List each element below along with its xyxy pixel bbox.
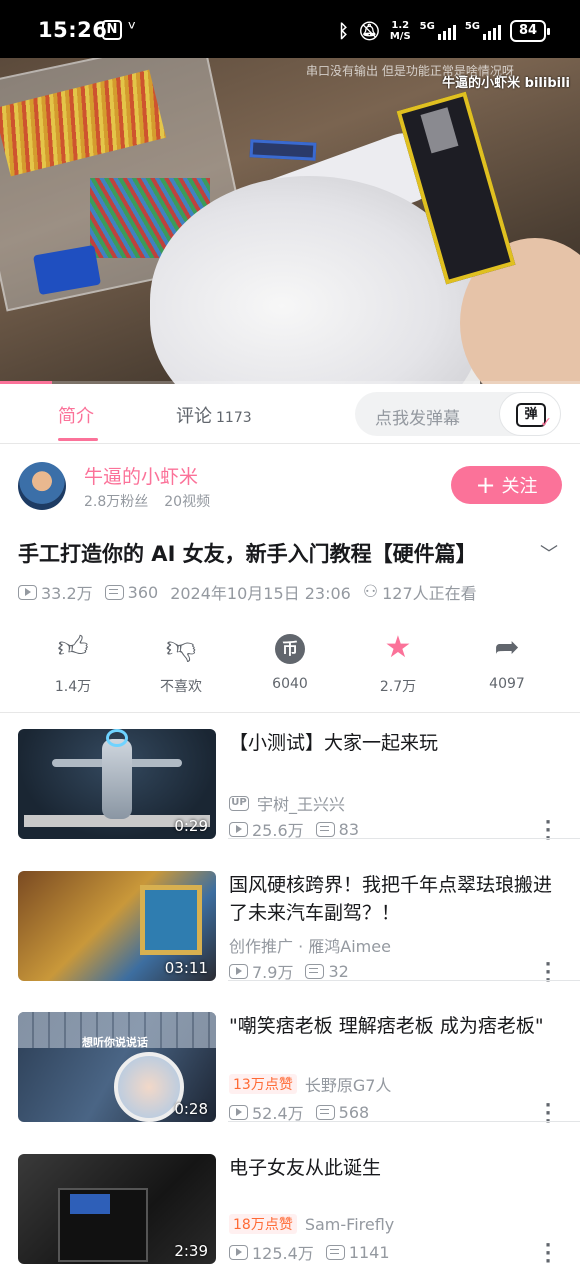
- network-speed: 1.2 M/S: [389, 20, 411, 42]
- danmaku-count: 360: [127, 582, 159, 602]
- favorite-count: 2.7万: [379, 679, 417, 695]
- video-title: 手工打造你的 AI 女友，新手入门教程【硬件篇】: [18, 542, 477, 566]
- follow-button[interactable]: + 关注: [451, 466, 562, 504]
- watching-count: 127人正在看: [382, 584, 477, 603]
- more-options-icon[interactable]: ···: [542, 1097, 554, 1131]
- chevron-down-icon[interactable]: ﹀: [540, 540, 558, 566]
- thumbnail-caption: 想听你说说话: [82, 1036, 148, 1049]
- more-options-icon[interactable]: ···: [542, 814, 554, 848]
- tab-intro[interactable]: 简介: [58, 402, 94, 428]
- recommendation-item[interactable]: 2:39 电子女友从此诞生 18万点赞 Sam-Firefly 125.4万 11…: [0, 1138, 580, 1271]
- danmaku-icon: [315, 1104, 335, 1120]
- uploader-videos: 20视频: [164, 494, 211, 510]
- recommendation-author: UP 宇树_王兴兴: [229, 791, 345, 815]
- more-options-icon[interactable]: ···: [542, 1237, 554, 1271]
- danmu-icon: 弹: [516, 403, 552, 433]
- status-icons: ᛒ 🔕︎ 1.2 M/S 5G 5G 84: [338, 16, 550, 46]
- recommendation-item[interactable]: 03:11 国风硬核跨界！我把千年点翠珐琅搬进了未来汽车副驾？！ 创作推广 · …: [0, 855, 580, 990]
- danmaku-icon: [104, 584, 124, 600]
- recommendation-title: 国风硬核跨界！我把千年点翠珐琅搬进了未来汽车副驾？！: [229, 874, 553, 924]
- recommendation-title: "嘲笑痞老板 理解痞老板 成为痞老板": [229, 1015, 544, 1037]
- more-options-icon[interactable]: ···: [542, 956, 554, 990]
- video-duration: 0:29: [174, 817, 208, 835]
- danmu-toggle-button[interactable]: 弹: [499, 392, 561, 436]
- play-count-icon: [229, 821, 248, 837]
- recommendation-author: 创作推广 · 雁鸿Aimee: [229, 937, 391, 956]
- play-count-icon: [229, 1104, 248, 1120]
- share-count: 4097: [489, 676, 525, 692]
- recommendation-author: 18万点赞 Sam-Firefly: [229, 1214, 394, 1234]
- viewers-icon: ⚇: [362, 582, 379, 602]
- recommendation-stats: 125.4万 1141: [229, 1240, 402, 1264]
- video-duration: 0:28: [174, 1100, 208, 1118]
- follow-label: 关注: [501, 476, 538, 497]
- view-count: 33.2万: [41, 584, 93, 603]
- tab-comments[interactable]: 评论 1173: [176, 402, 252, 428]
- video-thumbnail[interactable]: 0:29: [18, 729, 216, 839]
- tab-bar: 简介 评论 1173 点我发弹幕 弹: [0, 384, 580, 444]
- bluetooth-icon: ᛒ: [338, 20, 349, 42]
- recommendation-author: 13万点赞 长野原G7人: [229, 1072, 391, 1096]
- status-time: 15:26: [38, 18, 108, 42]
- video-duration: 2:39: [174, 1242, 208, 1260]
- mute-bell-icon: 🔕︎: [357, 20, 381, 42]
- play-count-icon: [229, 963, 248, 979]
- star-icon: ★: [384, 630, 412, 665]
- up-badge-icon: UP: [229, 795, 249, 811]
- battery-icon: 84: [510, 20, 550, 42]
- signal-sim2-icon: 5G: [465, 22, 501, 40]
- dislike-button[interactable]: 👎︎ 不喜欢: [136, 628, 226, 696]
- recommendation-item[interactable]: 0:29 【小测试】大家一起来玩 UP宇树_王兴兴 25.6万 83 ···: [0, 713, 580, 848]
- share-icon: ➦: [494, 630, 520, 665]
- coin-button[interactable]: 币 6040: [245, 628, 335, 692]
- danmu-input[interactable]: 点我发弹幕 弹: [355, 392, 561, 436]
- recommendation-title: 【小测试】大家一起来玩: [229, 732, 439, 754]
- video-player[interactable]: 串口没有输出 但是功能正常是啥情况呀 牛逼的小虾米 bilibili: [0, 58, 580, 384]
- video-thumbnail[interactable]: 2:39: [18, 1154, 216, 1264]
- favorite-button[interactable]: ★ 2.7万: [353, 628, 443, 696]
- uploader-fans: 2.8万粉丝: [84, 494, 149, 510]
- uploader-name[interactable]: 牛逼的小虾米: [84, 462, 198, 489]
- play-count-icon: [18, 584, 37, 600]
- uploader-stats: 2.8万粉丝 20视频: [84, 491, 210, 511]
- danmaku-icon: [305, 963, 325, 979]
- action-bar: 👍︎ 1.4万 👎︎ 不喜欢 币 6040 ★ 2.7万 ➦ 4097: [0, 628, 580, 698]
- danmu-placeholder: 点我发弹幕: [375, 409, 460, 429]
- bilibili-watermark: 牛逼的小虾米 bilibili: [442, 76, 570, 91]
- nfc-icon: N: [102, 20, 122, 40]
- play-count-icon: [229, 1244, 248, 1260]
- like-button[interactable]: 👍︎ 1.4万: [28, 628, 118, 696]
- comment-count: 1173: [216, 410, 252, 426]
- tab-active-indicator: [58, 438, 98, 441]
- like-badge: 13万点赞: [229, 1074, 297, 1094]
- like-count: 1.4万: [54, 679, 92, 695]
- video-thumbnail[interactable]: 想听你说说话 0:28: [18, 1012, 216, 1122]
- coin-icon: 币: [275, 633, 305, 664]
- thumbs-up-icon: 👍︎: [57, 630, 89, 665]
- danmaku-icon: [315, 821, 335, 837]
- publish-date: 2024年10月15日 23:06: [170, 584, 351, 603]
- coin-count: 6040: [272, 676, 308, 692]
- video-meta: 33.2万 360 2024年10月15日 23:06 ⚇ 127人正在看: [18, 580, 489, 604]
- like-badge: 18万点赞: [229, 1214, 297, 1234]
- dislike-label: 不喜欢: [160, 679, 202, 695]
- plus-icon: +: [475, 471, 496, 499]
- thumbs-down-icon: 👎︎: [165, 630, 197, 665]
- signal-sim1-icon: 5G: [420, 22, 456, 40]
- danmaku-icon: [325, 1244, 345, 1260]
- video-thumbnail[interactable]: 03:11: [18, 871, 216, 981]
- recommendation-item[interactable]: 想听你说说话 0:28 "嘲笑痞老板 理解痞老板 成为痞老板" 13万点赞 长野原…: [0, 996, 580, 1131]
- uploader-avatar[interactable]: [18, 462, 66, 510]
- status-bar: 15:26 N ᵛ ᛒ 🔕︎ 1.2 M/S 5G 5G 84: [0, 0, 580, 58]
- recommendation-title: 电子女友从此诞生: [229, 1157, 382, 1179]
- health-app-icon: ᵛ: [128, 16, 137, 40]
- video-duration: 03:11: [164, 959, 208, 977]
- share-button[interactable]: ➦ 4097: [462, 628, 552, 692]
